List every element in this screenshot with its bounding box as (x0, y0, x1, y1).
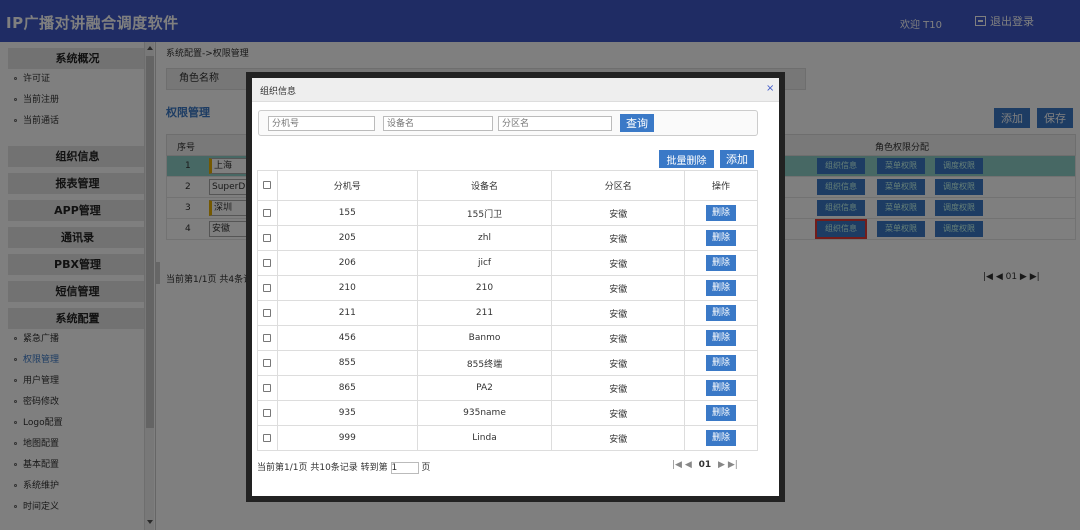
row-checkbox[interactable] (263, 358, 272, 367)
delete-button[interactable]: 删除 (706, 380, 737, 396)
dialog-pager[interactable]: |◀ ◀ 01 ▶ ▶| (672, 460, 738, 470)
org-info-dialog: 组织信息 × 查询 批量删除 添加 分机号 设备名 分区名 操作 155155门… (246, 72, 785, 502)
row-checkbox[interactable] (263, 233, 272, 242)
row-checkbox[interactable] (263, 408, 272, 417)
row-checkbox[interactable] (263, 208, 272, 217)
delete-button[interactable]: 删除 (706, 255, 737, 271)
row-checkbox[interactable] (263, 383, 272, 392)
row-checkbox[interactable] (263, 433, 272, 442)
delete-button[interactable]: 删除 (706, 205, 737, 221)
delete-button[interactable]: 删除 (706, 280, 737, 296)
row-checkbox[interactable] (263, 333, 272, 342)
col-device: 设备名 (416, 170, 553, 201)
col-actions: 操作 (684, 170, 758, 201)
first-page-icon[interactable]: |◀ (672, 460, 682, 470)
table-row: 211 211 安徽 删除 (257, 300, 758, 326)
batch-delete-button[interactable]: 批量删除 (659, 150, 714, 168)
table-row: 865 PA2 安徽 删除 (257, 375, 758, 401)
device-table: 分机号 设备名 分区名 操作 155 155门卫 安徽 删除 205 zhl 安徽 删除 2… (257, 170, 758, 451)
select-all-cell[interactable] (257, 170, 278, 201)
row-checkbox[interactable] (263, 283, 272, 292)
delete-button[interactable]: 删除 (706, 405, 737, 421)
device-filter-input[interactable] (383, 116, 493, 131)
col-extension: 分机号 (276, 170, 418, 201)
filter-bar: 查询 (258, 110, 758, 136)
table-row: 155 155门卫 安徽 删除 (257, 200, 758, 226)
goto-page-input[interactable]: 1 (390, 461, 419, 474)
close-icon[interactable]: × (766, 83, 774, 94)
row-checkbox[interactable] (263, 308, 272, 317)
table-row: 999 Linda 安徽 删除 (257, 425, 758, 451)
prev-page-icon[interactable]: ◀ (685, 460, 692, 470)
dialog-pager-info: 当前第1/1页 共10条记录 转到第 1 页 (257, 461, 431, 474)
current-page: 01 (698, 460, 712, 470)
delete-button[interactable]: 删除 (706, 430, 737, 446)
table-row: 206 jicf 安徽 删除 (257, 250, 758, 276)
table-row: 210 210 安徽 删除 (257, 275, 758, 301)
delete-button[interactable]: 删除 (706, 305, 737, 321)
col-zone: 分区名 (551, 170, 686, 201)
zone-filter-input[interactable] (498, 116, 612, 131)
row-checkbox[interactable] (263, 258, 272, 267)
select-all-checkbox[interactable] (263, 181, 272, 189)
extension-filter-input[interactable] (268, 116, 375, 131)
query-button[interactable]: 查询 (620, 114, 654, 132)
delete-button[interactable]: 删除 (706, 330, 737, 346)
dialog-header: 组织信息 × (252, 78, 779, 102)
table-row: 456 Banmo 安徽 删除 (257, 325, 758, 351)
delete-button[interactable]: 删除 (706, 355, 737, 371)
last-page-icon[interactable]: ▶| (728, 460, 738, 470)
table-row: 205 zhl 安徽 删除 (257, 225, 758, 251)
add-device-button[interactable]: 添加 (720, 150, 754, 168)
delete-button[interactable]: 删除 (706, 230, 737, 246)
device-table-header: 分机号 设备名 分区名 操作 (257, 170, 758, 201)
table-row: 855 855终端 安徽 删除 (257, 350, 758, 376)
next-page-icon[interactable]: ▶ (718, 460, 725, 470)
dialog-title: 组织信息 (260, 87, 297, 97)
table-row: 935 935name 安徽 删除 (257, 400, 758, 426)
